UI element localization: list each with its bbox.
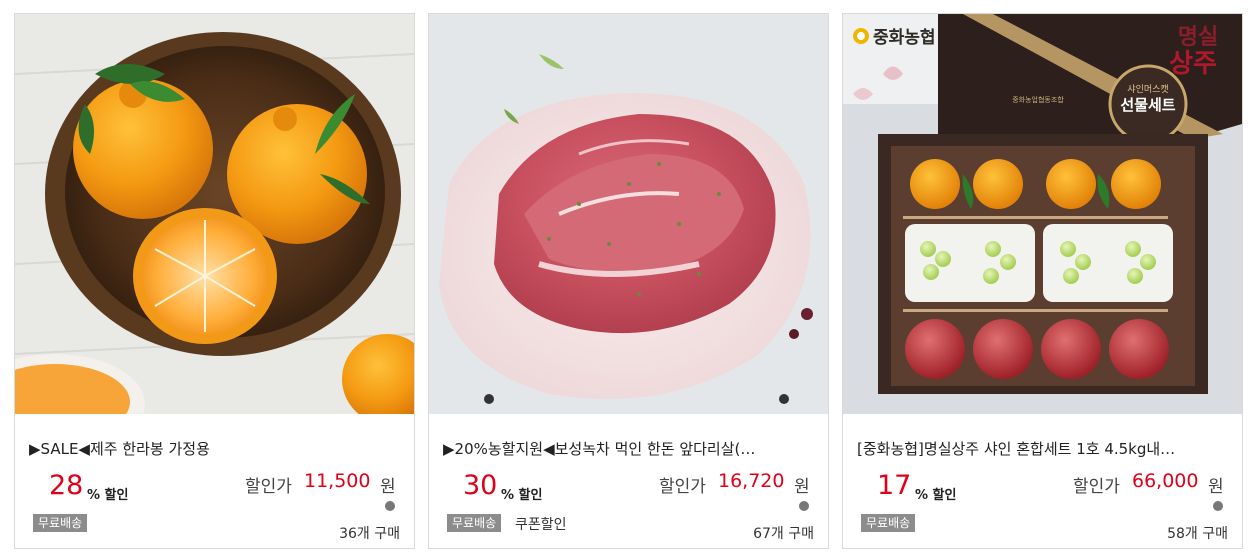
purchase-count: 36개 구매	[339, 526, 400, 542]
svg-text:중화농협: 중화농협	[873, 27, 936, 48]
purchase-count: 58개 구매	[1167, 526, 1228, 542]
discount-unit: % 할인	[87, 488, 129, 503]
discount-rate: 28	[49, 470, 84, 501]
seal-title-text: 명실	[1178, 25, 1218, 50]
free-shipping-badge: 무료배송	[447, 514, 502, 532]
price-label: 할인가	[659, 477, 706, 497]
price-label: 할인가	[1073, 477, 1120, 497]
sale-price: 66,000	[1132, 470, 1199, 492]
product-card[interactable]: 선물세트 샤인머스캣 명실 상주 중화농업협동조합 중화농협 [중화농협]명실상…	[842, 13, 1243, 549]
discount-unit: % 할인	[501, 488, 543, 503]
price-label: 할인가	[245, 477, 292, 497]
gift-set-photo: 선물세트 샤인머스캣 명실 상주 중화농업협동조합 중화농협	[843, 14, 1242, 414]
product-image[interactable]: 선물세트 샤인머스캣 명실 상주 중화농업협동조합 중화농협	[843, 14, 1242, 414]
product-card[interactable]: ▶SALE◀제주 한라봉 가정용 28 % 할인 할인가 11,500 원 무료…	[14, 13, 415, 549]
product-title[interactable]: ▶SALE◀제주 한라봉 가정용	[29, 438, 401, 459]
discount-rate: 17	[877, 470, 912, 501]
gift-label-text: 선물세트	[1120, 96, 1175, 114]
coupon-discount-label: 쿠폰할인	[515, 517, 567, 533]
seal-title-text-2: 상주	[1169, 49, 1217, 79]
sale-price: 11,500	[304, 470, 371, 492]
product-image[interactable]	[15, 14, 414, 414]
gift-sub-text: 샤인머스캣	[1127, 84, 1168, 95]
free-shipping-badge: 무료배송	[33, 514, 88, 532]
purchase-count: 67개 구매	[753, 526, 814, 542]
discount-rate: 30	[463, 470, 498, 501]
discount-unit: % 할인	[915, 488, 957, 503]
price-unit: 원	[380, 477, 396, 497]
price-unit: 원	[1208, 477, 1224, 497]
indicator-dot-icon	[385, 501, 395, 511]
sale-price: 16,720	[718, 470, 785, 492]
hallabong-photo	[15, 14, 414, 414]
price-unit: 원	[794, 477, 810, 497]
pork-photo	[429, 14, 828, 414]
product-title[interactable]: ▶20%농할지원◀보성녹차 먹인 한돈 앞다리살(…	[443, 438, 815, 459]
box-label-text: 중화농업협동조합	[1012, 95, 1064, 104]
indicator-dot-icon	[1213, 501, 1223, 511]
product-card[interactable]: ▶20%농할지원◀보성녹차 먹인 한돈 앞다리살(… 30 % 할인 할인가 1…	[428, 13, 829, 549]
indicator-dot-icon	[799, 501, 809, 511]
free-shipping-badge: 무료배송	[861, 514, 916, 532]
product-image[interactable]	[429, 14, 828, 414]
product-title[interactable]: [중화농협]명실상주 샤인 혼합세트 1호 4.5kg내…	[857, 438, 1229, 459]
